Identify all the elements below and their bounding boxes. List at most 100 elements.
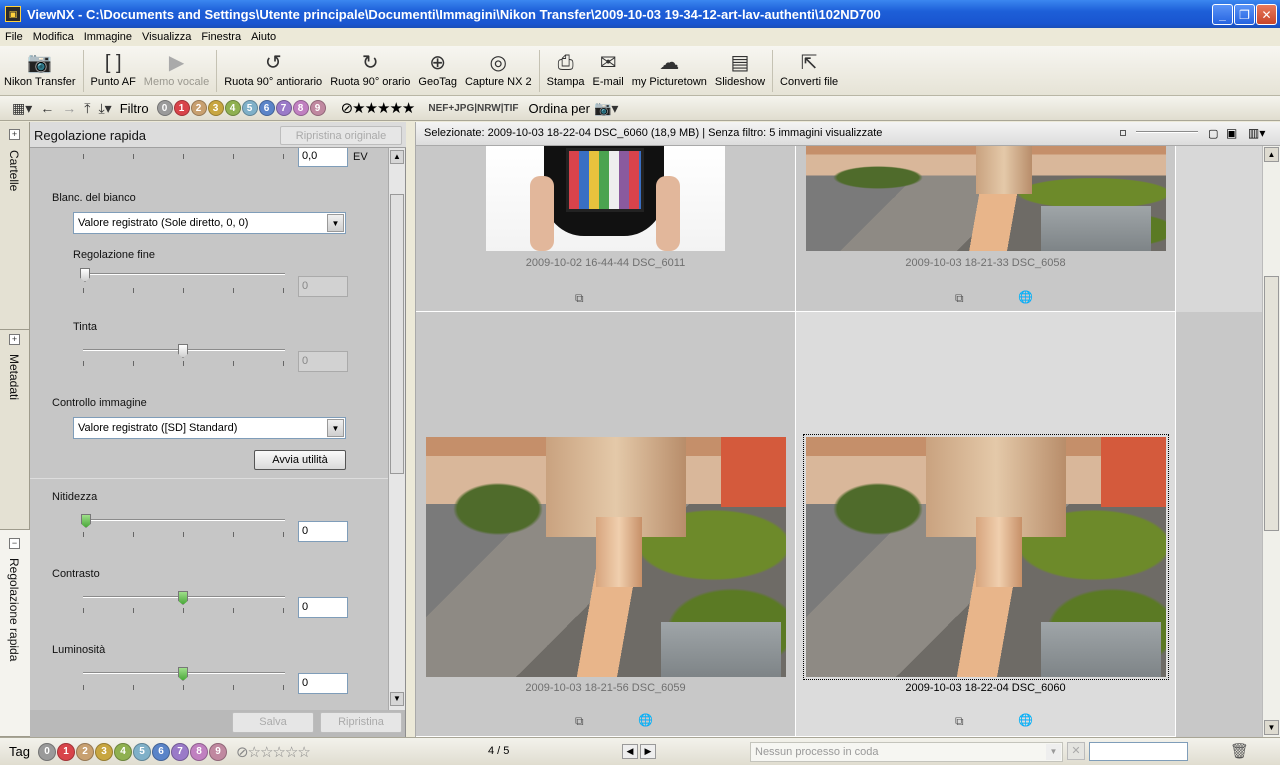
- tint-input[interactable]: 0: [298, 351, 348, 372]
- voice-memo-button[interactable]: ▶ Memo vocale: [140, 46, 213, 88]
- stack-icon[interactable]: ⧉: [575, 714, 584, 729]
- nikon-transfer-button[interactable]: 📷 Nikon Transfer: [0, 46, 80, 88]
- brightness-slider[interactable]: [83, 667, 285, 681]
- af-point-button[interactable]: [ ] Punto AF: [87, 46, 140, 88]
- stack-icon[interactable]: ⧉: [955, 714, 964, 729]
- contrast-slider[interactable]: [83, 591, 285, 605]
- filter-label-9[interactable]: 9: [309, 100, 326, 116]
- filter-label-3[interactable]: 3: [207, 100, 224, 116]
- grid-scrollbar[interactable]: ▲ ▼: [1262, 146, 1280, 737]
- picture-control-select[interactable]: Valore registrato ([SD] Standard) ▼: [73, 417, 346, 439]
- stack-icon[interactable]: ⧉: [955, 291, 964, 306]
- tag-label-3[interactable]: 3: [94, 742, 113, 761]
- thumbnail-image[interactable]: [803, 434, 1169, 680]
- forward-arrow-icon[interactable]: →: [62, 100, 76, 116]
- convert-file-button[interactable]: ⇱ Converti file: [776, 46, 842, 88]
- fine-adjust-input[interactable]: 0: [298, 276, 348, 297]
- contrast-input[interactable]: 0: [298, 597, 348, 618]
- stack-icon[interactable]: ⧉: [575, 291, 584, 306]
- menu-file[interactable]: File: [0, 31, 28, 43]
- thumbnail-image[interactable]: [806, 146, 1166, 251]
- slideshow-button[interactable]: ▤ Slideshow: [711, 46, 769, 88]
- minimize-button[interactable]: _: [1212, 4, 1233, 25]
- scroll-up-icon[interactable]: ▲: [390, 150, 404, 164]
- brightness-input[interactable]: 0: [298, 673, 348, 694]
- slider-thumb[interactable]: [178, 591, 188, 605]
- sharpening-input[interactable]: 0: [298, 521, 348, 542]
- tag-label-5[interactable]: 5: [132, 742, 151, 761]
- filter-label-6[interactable]: 6: [258, 100, 275, 116]
- zoom-small-icon[interactable]: [1120, 130, 1126, 136]
- globe-icon[interactable]: 🌐: [1018, 713, 1033, 727]
- email-button[interactable]: ✉ E-mail: [589, 46, 628, 88]
- scroll-thumb[interactable]: [1264, 276, 1279, 531]
- rating-filter-stars[interactable]: ⊘★★★★★: [341, 99, 416, 117]
- scroll-down-icon[interactable]: ▼: [390, 692, 404, 706]
- thumbnail-cell[interactable]: 2009-10-03 18-21-33 DSC_6058 ⧉ 🌐: [796, 146, 1176, 312]
- scroll-up-icon[interactable]: ▲: [1264, 147, 1279, 162]
- tint-slider[interactable]: [83, 344, 285, 358]
- collapse-icon[interactable]: −: [9, 538, 20, 549]
- thumbnail-cell[interactable]: 2009-10-02 16-44-44 DSC_6011 ⧉: [416, 146, 796, 312]
- slider-thumb[interactable]: [178, 344, 188, 358]
- tag-label-1[interactable]: 1: [56, 742, 75, 761]
- thumbnail-cell-selected[interactable]: 2009-10-03 18-22-04 DSC_6060 ⧉ 🌐: [796, 312, 1176, 737]
- scroll-thumb[interactable]: [390, 194, 404, 474]
- menu-finestra[interactable]: Finestra: [196, 31, 246, 43]
- folder-down-icon[interactable]: ⤓▾: [98, 100, 111, 117]
- capture-nx-button[interactable]: ◎ Capture NX 2: [461, 46, 536, 88]
- launch-utility-button[interactable]: Avvia utilità: [254, 450, 346, 470]
- tag-label-4[interactable]: 4: [113, 742, 132, 761]
- menu-modifica[interactable]: Modifica: [28, 31, 79, 43]
- filter-label-5[interactable]: 5: [241, 100, 258, 116]
- slider-thumb[interactable]: [81, 514, 91, 528]
- maximize-button[interactable]: ❐: [1234, 4, 1255, 25]
- close-button[interactable]: ✕: [1256, 4, 1277, 25]
- menu-immagine[interactable]: Immagine: [79, 31, 137, 43]
- tag-label-2[interactable]: 2: [75, 742, 94, 761]
- fine-adjust-slider[interactable]: [80, 268, 285, 282]
- menu-aiuto[interactable]: Aiuto: [246, 31, 281, 43]
- slider-thumb[interactable]: [80, 268, 90, 282]
- next-icon[interactable]: ▶: [640, 744, 656, 759]
- menu-visualizza[interactable]: Visualizza: [137, 31, 196, 43]
- filter-label-1[interactable]: 1: [173, 100, 190, 116]
- folder-up-icon[interactable]: ⤒: [84, 100, 90, 117]
- thumbnail-image[interactable]: [426, 437, 786, 677]
- prev-icon[interactable]: ◀: [622, 744, 638, 759]
- tag-label-0[interactable]: 0: [37, 742, 56, 761]
- tag-label-9[interactable]: 9: [208, 742, 227, 761]
- globe-icon[interactable]: 🌐: [1018, 290, 1033, 304]
- zoom-large-icon[interactable]: ▢: [1208, 127, 1218, 140]
- trash-icon[interactable]: 🗑: [1230, 742, 1249, 760]
- tab-metadati[interactable]: + Metadati: [0, 330, 30, 530]
- reset-original-button[interactable]: Ripristina originale: [280, 126, 402, 145]
- tab-regolazione-rapida[interactable]: − Regolazione rapida: [0, 530, 30, 737]
- panel-splitter[interactable]: [406, 122, 416, 737]
- rotate-cw-button[interactable]: ↻ Ruota 90° orario: [326, 46, 414, 88]
- wb-select[interactable]: Valore registrato (Sole diretto, 0, 0) ▼: [73, 212, 346, 234]
- scroll-down-icon[interactable]: ▼: [1264, 720, 1279, 735]
- thumbnail-image[interactable]: [486, 146, 725, 251]
- back-arrow-icon[interactable]: ←: [40, 100, 54, 116]
- tag-rating-stars[interactable]: ⊘☆☆☆☆☆: [236, 743, 311, 761]
- rotate-ccw-button[interactable]: ↺ Ruota 90° antiorario: [220, 46, 326, 88]
- sort-camera-icon[interactable]: 📷▾: [594, 100, 618, 117]
- sort-label[interactable]: Ordina per: [529, 101, 590, 116]
- slider-thumb[interactable]: [178, 667, 188, 681]
- globe-icon[interactable]: 🌐: [638, 713, 653, 727]
- expand-icon[interactable]: +: [9, 129, 20, 140]
- panel-scrollbar[interactable]: ▲ ▼: [388, 148, 405, 710]
- save-button[interactable]: Salva: [232, 712, 314, 733]
- tag-label-6[interactable]: 6: [151, 742, 170, 761]
- sharpening-slider[interactable]: [81, 514, 285, 528]
- cancel-queue-icon[interactable]: ✕: [1067, 742, 1085, 760]
- filter-label-8[interactable]: 8: [292, 100, 309, 116]
- tag-label-8[interactable]: 8: [189, 742, 208, 761]
- reset-button[interactable]: Ripristina: [320, 712, 402, 733]
- ev-input[interactable]: 0,0: [298, 148, 348, 167]
- geotag-button[interactable]: ⊕ GeoTag: [414, 46, 461, 88]
- queue-select[interactable]: Nessun processo in coda ▼: [750, 742, 1063, 762]
- filter-label-4[interactable]: 4: [224, 100, 241, 116]
- tab-cartelle[interactable]: + Cartelle: [0, 122, 30, 330]
